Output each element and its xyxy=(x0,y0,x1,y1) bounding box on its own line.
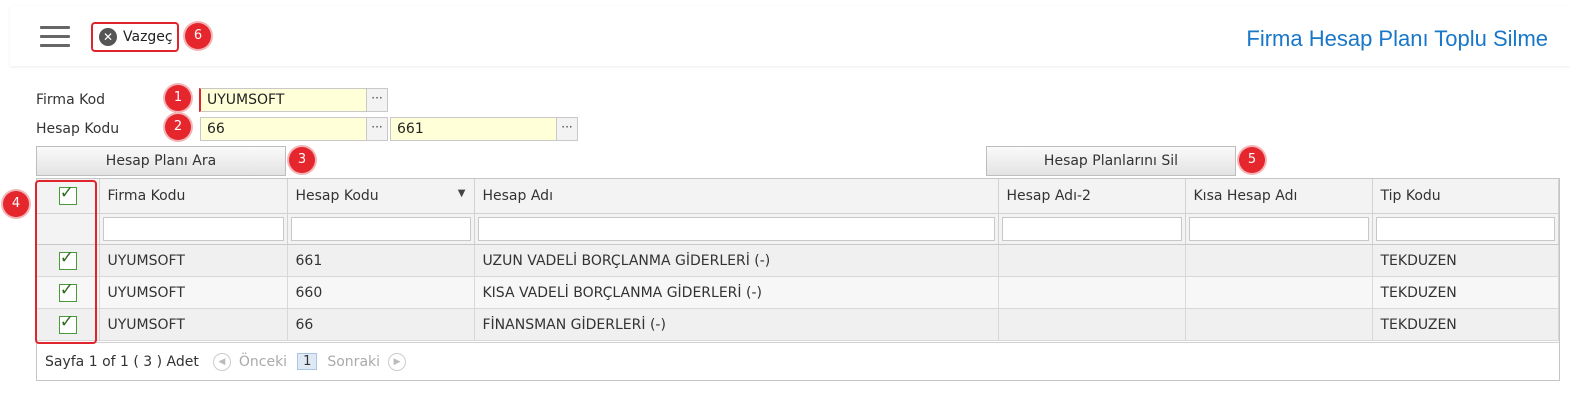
step-badge-5: 5 xyxy=(1239,147,1265,173)
cell-kisa-hesap-adi xyxy=(1185,308,1373,341)
cell-hesap-kodu: 66 xyxy=(287,308,475,341)
select-all-checkbox[interactable] xyxy=(58,183,77,205)
filter-firma-kodu-input[interactable] xyxy=(102,217,284,241)
filter-hesap-kodu-input[interactable] xyxy=(290,217,471,241)
delete-button[interactable]: Hesap Planlarını Sil xyxy=(986,146,1236,176)
filter-cell-ad2 xyxy=(998,213,1186,245)
row-checkbox[interactable] xyxy=(58,248,77,270)
filter-cell-ad xyxy=(474,213,999,245)
cell-tip-kodu: TEKDUZEN xyxy=(1372,276,1559,309)
step-badge-6: 6 xyxy=(185,23,211,49)
cell-hesap-kodu: 660 xyxy=(287,276,475,309)
filter-cell-firma xyxy=(99,213,288,245)
cell-firma-kodu: UYUMSOFT xyxy=(99,308,288,341)
column-header-hesap-kodu-label: Hesap Kodu xyxy=(295,188,379,204)
cell-hesap-adi: KISA VADELİ BORÇLANMA GİDERLERİ (-) xyxy=(474,276,999,309)
filter-cell-select xyxy=(37,213,100,245)
cell-hesap-adi: UZUN VADELİ BORÇLANMA GİDERLERİ (-) xyxy=(474,244,999,277)
row-checkbox[interactable] xyxy=(58,280,77,302)
cell-hesap-adi-2 xyxy=(998,276,1186,309)
close-icon: ✕ xyxy=(99,28,117,46)
hesap-kodu-to-input[interactable]: 661 xyxy=(390,117,557,141)
column-header-hesap-adi-2[interactable]: Hesap Adı-2 xyxy=(998,179,1186,214)
step-badge-1: 1 xyxy=(165,85,191,111)
hesap-kodu-from-lookup-button[interactable]: ··· xyxy=(366,117,388,141)
pager: Sayfa 1 of 1 ( 3 ) Adet ◀ Önceki 1 Sonra… xyxy=(37,342,1559,380)
hesap-kodu-label: Hesap Kodu xyxy=(36,121,120,137)
pager-summary: Sayfa 1 of 1 ( 3 ) Adet xyxy=(45,353,199,370)
cell-kisa-hesap-adi xyxy=(1185,276,1373,309)
select-all-header[interactable] xyxy=(37,179,100,214)
search-button[interactable]: Hesap Planı Ara xyxy=(36,146,286,176)
column-header-hesap-adi[interactable]: Hesap Adı xyxy=(474,179,999,214)
column-header-kisa-hesap-adi[interactable]: Kısa Hesap Adı xyxy=(1185,179,1373,214)
prev-page-icon[interactable]: ◀ xyxy=(212,352,231,371)
filter-hesap-adi-2-input[interactable] xyxy=(1001,217,1182,241)
cell-hesap-adi-2 xyxy=(998,308,1186,341)
page-number-1[interactable]: 1 xyxy=(297,353,318,370)
cell-tip-kodu: TEKDUZEN xyxy=(1372,308,1559,341)
table-row[interactable]: UYUMSOFT 661 UZUN VADELİ BORÇLANMA GİDER… xyxy=(37,244,1559,277)
column-header-tip-kodu[interactable]: Tip Kodu xyxy=(1372,179,1559,214)
column-header-hesap-kodu[interactable]: Hesap Kodu ▼ xyxy=(287,179,475,214)
sort-desc-icon: ▼ xyxy=(457,188,466,199)
page-title: Firma Hesap Planı Toplu Silme xyxy=(1246,26,1548,51)
column-header-firma-kodu[interactable]: Firma Kodu xyxy=(99,179,288,214)
firma-kod-lookup-button[interactable]: ··· xyxy=(366,88,388,112)
table-row[interactable]: UYUMSOFT 66 FİNANSMAN GİDERLERİ (-) TEKD… xyxy=(37,308,1559,341)
step-badge-3: 3 xyxy=(289,147,315,173)
cell-hesap-kodu: 661 xyxy=(287,244,475,277)
next-page-icon[interactable]: ▶ xyxy=(388,352,407,371)
cancel-button-label: Vazgeç xyxy=(123,29,173,45)
hesap-kodu-from-input[interactable]: 66 xyxy=(200,117,367,141)
next-page-link[interactable]: Sonraki xyxy=(327,354,380,370)
cell-kisa-hesap-adi xyxy=(1185,244,1373,277)
hesap-kodu-to-lookup-button[interactable]: ··· xyxy=(556,117,578,141)
firma-kod-label: Firma Kod xyxy=(36,92,106,108)
cell-hesap-adi: FİNANSMAN GİDERLERİ (-) xyxy=(474,308,999,341)
prev-page-link[interactable]: Önceki xyxy=(239,354,287,370)
hamburger-menu-icon[interactable] xyxy=(40,26,70,48)
top-toolbar: ✕ Vazgeç 6 Firma Hesap Planı Toplu Silme xyxy=(10,6,1570,66)
step-badge-2: 2 xyxy=(165,114,191,140)
step-badge-4: 4 xyxy=(3,191,29,217)
filter-cell-kisa xyxy=(1185,213,1373,245)
table-row[interactable]: UYUMSOFT 660 KISA VADELİ BORÇLANMA GİDER… xyxy=(37,276,1559,309)
filter-tip-kodu-input[interactable] xyxy=(1375,217,1555,241)
cell-tip-kodu: TEKDUZEN xyxy=(1372,244,1559,277)
account-grid: Firma Kodu Hesap Kodu ▼ Hesap Adı Hesap A… xyxy=(36,178,1560,381)
filter-cell-kod xyxy=(287,213,475,245)
cell-hesap-adi-2 xyxy=(998,244,1186,277)
filter-cell-tip xyxy=(1372,213,1559,245)
cell-firma-kodu: UYUMSOFT xyxy=(99,276,288,309)
cancel-button[interactable]: ✕ Vazgeç xyxy=(91,22,179,52)
row-checkbox[interactable] xyxy=(58,312,77,334)
filter-kisa-hesap-adi-input[interactable] xyxy=(1188,217,1369,241)
filter-hesap-adi-input[interactable] xyxy=(477,217,995,241)
cell-firma-kodu: UYUMSOFT xyxy=(99,244,288,277)
firma-kod-input[interactable]: UYUMSOFT xyxy=(199,88,367,112)
